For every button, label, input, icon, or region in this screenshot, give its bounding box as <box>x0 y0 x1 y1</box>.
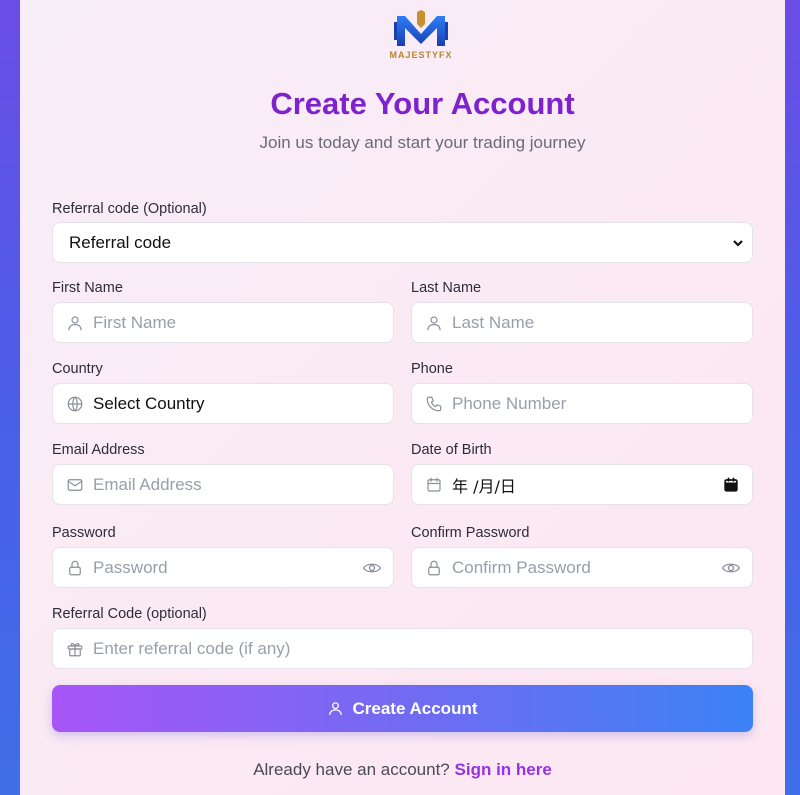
dob-value: 年 /月/日 <box>452 476 516 496</box>
last-name-label: Last Name <box>411 280 482 296</box>
referral-code-input[interactable] <box>93 629 752 668</box>
referral-select-value: Referral code <box>69 232 172 252</box>
gift-icon <box>65 639 85 659</box>
create-account-button[interactable]: Create Account <box>52 685 753 732</box>
create-account-label: Create Account <box>352 698 478 718</box>
country-value: Select Country <box>93 393 205 413</box>
country-select[interactable]: Select Country <box>52 383 394 424</box>
globe-icon <box>65 394 85 414</box>
dob-field[interactable]: 年 /月/日 <box>411 464 753 505</box>
email-input[interactable] <box>93 465 393 504</box>
phone-input[interactable] <box>452 384 752 423</box>
user-icon <box>65 313 85 333</box>
confirm-password-input[interactable] <box>452 548 720 587</box>
page-subtitle: Join us today and start your trading jou… <box>259 133 586 152</box>
page-title: Create Your Account <box>270 86 575 121</box>
password-label: Password <box>52 525 116 541</box>
mail-icon <box>65 475 85 495</box>
phone-label: Phone <box>411 361 453 377</box>
referral-code-label: Referral Code (optional) <box>52 606 207 622</box>
last-name-input[interactable] <box>452 303 752 342</box>
signin-prompt-text: Already have an account? <box>253 760 450 779</box>
email-field[interactable] <box>52 464 394 505</box>
first-name-input[interactable] <box>93 303 393 342</box>
chevron-down-icon <box>732 236 746 250</box>
logo-mark-icon <box>394 10 448 46</box>
lock-icon <box>65 558 85 578</box>
lock-icon <box>424 558 444 578</box>
phone-field[interactable] <box>411 383 753 424</box>
brand-name: MAJESTYFX <box>389 50 453 60</box>
calendar-picker-icon[interactable] <box>720 474 742 496</box>
confirm-password-label: Confirm Password <box>411 525 530 541</box>
signin-prompt: Already have an account? Sign in here <box>0 760 800 780</box>
brand-logo: MAJESTYFX <box>385 10 457 68</box>
first-name-label: First Name <box>52 280 123 296</box>
dob-label: Date of Birth <box>411 442 492 458</box>
eye-icon[interactable] <box>361 557 383 579</box>
referral-code-field[interactable] <box>52 628 753 669</box>
first-name-field[interactable] <box>52 302 394 343</box>
confirm-password-field[interactable] <box>411 547 753 588</box>
password-input[interactable] <box>93 548 361 587</box>
phone-icon <box>424 394 444 414</box>
password-field[interactable] <box>52 547 394 588</box>
user-icon <box>329 702 343 715</box>
signin-link[interactable]: Sign in here <box>455 760 552 779</box>
last-name-field[interactable] <box>411 302 753 343</box>
referral-select[interactable]: Referral code <box>52 222 753 263</box>
referral-select-label: Referral code (Optional) <box>52 201 207 217</box>
calendar-icon <box>424 475 444 495</box>
user-icon <box>424 313 444 333</box>
email-label: Email Address <box>52 442 145 458</box>
eye-icon[interactable] <box>720 557 742 579</box>
country-label: Country <box>52 361 103 377</box>
